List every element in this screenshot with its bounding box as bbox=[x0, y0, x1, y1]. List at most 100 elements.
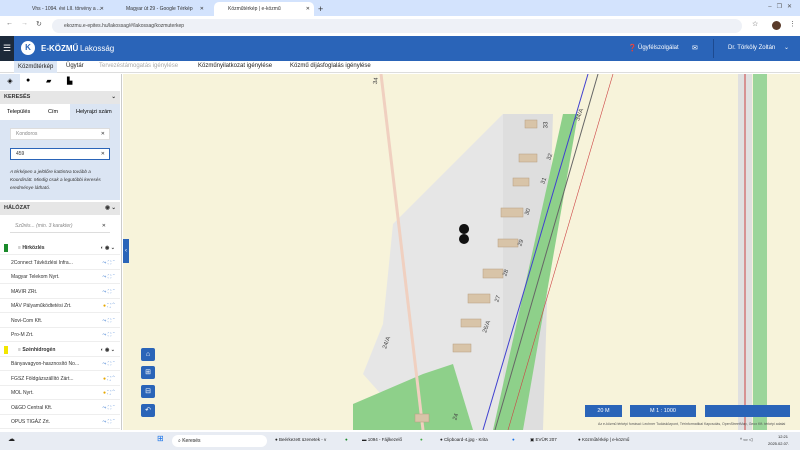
back-icon[interactable]: ← bbox=[6, 20, 13, 27]
nav-kozmuterkep[interactable]: Közműtérkép bbox=[14, 61, 58, 73]
route-icon[interactable]: ⤳ ⛶ ⌃ bbox=[102, 415, 115, 429]
taskbar-app-krita[interactable]: ● Clipboard-4.jpg - Krita bbox=[440, 437, 488, 442]
network-section-header[interactable]: HÁLÓZAT ◉ ⌄ bbox=[0, 202, 120, 215]
home-button[interactable]: ⌂ bbox=[141, 348, 155, 361]
weather-icon[interactable]: ☁ bbox=[8, 435, 15, 443]
layers-icon[interactable]: ◈ bbox=[0, 74, 20, 90]
taskbar-app-icon[interactable]: ● bbox=[345, 437, 348, 442]
close-icon[interactable]: ✕ bbox=[200, 2, 204, 16]
browser-tab[interactable]: Magyar út 29 - Google Térkép ✕ bbox=[112, 2, 208, 16]
edge-icon[interactable]: ● bbox=[512, 437, 515, 442]
network-provider-row[interactable]: Pro-M Zrt. ⤳ ⛶ ⌃ bbox=[0, 328, 120, 342]
clear-icon[interactable]: ✕ bbox=[101, 129, 105, 140]
support-link[interactable]: Ügyfélszolgálat bbox=[638, 45, 679, 51]
network-provider-row[interactable]: MÁV Pályaműködtetési Zrt. ● ⛶ ⌃ bbox=[0, 299, 120, 313]
network-provider-row[interactable]: MAVIR ZRt. ⤳ ⛶ ⌃ bbox=[0, 285, 120, 299]
windows-start-icon[interactable]: ⊞ bbox=[157, 434, 164, 443]
network-filter-input[interactable]: Szűrés... (min. 3 karakter) ✕ bbox=[10, 221, 110, 233]
settlement-input[interactable]: Kondoros ✕ bbox=[10, 128, 110, 140]
network-provider-row[interactable]: MOL Nyrt. ● ⛶ ⌃ bbox=[0, 386, 120, 400]
tab-cim[interactable]: Cím bbox=[48, 109, 58, 115]
tab-helyrajzi-szam[interactable]: Helyrajzi szám bbox=[76, 109, 112, 115]
network-provider-row[interactable]: OPUS TIGÁZ Zrt. ⤳ ⛶ ⌃ bbox=[0, 415, 120, 429]
close-icon[interactable]: ✕ bbox=[306, 2, 310, 16]
clear-icon[interactable]: ✕ bbox=[101, 149, 105, 160]
route-icon[interactable]: ⤳ ⛶ ⌃ bbox=[102, 357, 115, 371]
warning-icon[interactable]: ● ⛶ ⌃ bbox=[103, 386, 115, 400]
star-icon[interactable]: ☆ bbox=[752, 20, 758, 28]
route-icon[interactable]: ⤳ ⛶ ⌃ bbox=[102, 401, 115, 415]
scale-ratio[interactable]: M 1 : 1000 bbox=[630, 405, 696, 417]
network-provider-row[interactable]: Bányavagyon-hasznosító No... ⤳ ⛶ ⌃ bbox=[0, 357, 120, 371]
visibility-icons[interactable]: ◐ ◉ ⌄ bbox=[101, 241, 115, 255]
scrollbar[interactable] bbox=[121, 74, 122, 244]
provider-name: MÁV Pályaműködtetési Zrt. bbox=[11, 303, 72, 309]
provider-name: Magyar Telekom Nyrt. bbox=[11, 274, 60, 280]
provider-name: 2Connect Távközlési Infra... bbox=[11, 259, 73, 266]
zoom-in-button[interactable]: ⊞ bbox=[141, 366, 155, 379]
date[interactable]: 2025.02.07. bbox=[768, 441, 789, 446]
undo-button[interactable]: ↶ bbox=[141, 404, 155, 417]
taskbar-app-icon[interactable]: ● bbox=[420, 437, 423, 442]
hamburger-icon[interactable]: ☰ bbox=[0, 36, 14, 61]
taskbar-app-chrome[interactable]: ● Közműtérkép | e-közmű bbox=[578, 437, 629, 442]
collapse-sidebar-button[interactable]: ‹ bbox=[123, 239, 129, 263]
url-input[interactable]: ekozmu.e-epites.hu/lakossag/#/lakossag/k… bbox=[52, 19, 742, 33]
window-controls[interactable]: – ❐ ✕ bbox=[768, 3, 792, 10]
map-attribution: Az e-közmű térképi forrásai: Lechner Tud… bbox=[598, 422, 786, 426]
map-canvas[interactable]: 34 34/A 33 32 31 30 29 28 27 26/A 24/A 24 ‹ bbox=[123, 74, 800, 430]
route-icon[interactable]: ⤳ ⛶ ⌃ bbox=[102, 256, 115, 270]
tray-icons[interactable]: ^ ▭ ◁ bbox=[740, 437, 752, 443]
menu-icon[interactable]: ⋮ bbox=[789, 20, 796, 28]
new-tab-button[interactable]: + bbox=[314, 2, 323, 16]
network-provider-row[interactable]: Magyar Telekom Nyrt. ⤳ ⛶ ⌃ bbox=[0, 270, 120, 284]
taskbar-app-explorer[interactable]: ▬ 1094 - Fájlkezelő bbox=[362, 437, 402, 442]
browser-tab[interactable]: Vhs - 1094. évi LII. törvény a ... ✕ bbox=[18, 2, 108, 16]
mail-icon[interactable]: ✉ bbox=[692, 44, 698, 52]
forward-icon[interactable]: → bbox=[21, 20, 28, 27]
nav-tervezestamogatas[interactable]: Tervezéstámogatás igénylése bbox=[99, 63, 178, 69]
search-section-header[interactable]: KERESÉS ⌄ bbox=[0, 91, 120, 104]
provider-name: Novi-Com Kft. bbox=[11, 317, 43, 324]
network-group-header[interactable]: ≡ Hírközlés ◐ ◉ ⌄ bbox=[0, 241, 120, 255]
network-provider-row[interactable]: FGSZ Földgázszállító Zárt... ● ⛶ ⌃ bbox=[0, 372, 120, 386]
eye-chevron-icon[interactable]: ◉ ⌄ bbox=[105, 202, 116, 215]
network-provider-row[interactable]: O&GD Central Kft. ⤳ ⛶ ⌃ bbox=[0, 401, 120, 415]
clear-icon[interactable]: ✕ bbox=[102, 221, 106, 232]
reload-icon[interactable]: ↻ bbox=[36, 20, 42, 28]
network-group-header[interactable]: ≡ Szénhidrogén ◐ ◉ ⌄ bbox=[0, 343, 120, 357]
measure-icon[interactable]: ▙ bbox=[67, 77, 72, 85]
taskbar-app-mail[interactable]: ● Beérkezett üzenetek - v bbox=[275, 437, 326, 442]
tab-telepules[interactable]: Település bbox=[7, 109, 30, 115]
route-icon[interactable]: ⤳ ⛶ ⌃ bbox=[102, 328, 115, 342]
print-icon[interactable]: ▰ bbox=[46, 77, 51, 85]
tab-title: Magyar út 29 - Google Térkép bbox=[126, 6, 193, 12]
warning-icon[interactable]: ● ⛶ ⌃ bbox=[103, 299, 115, 313]
close-icon[interactable]: ✕ bbox=[100, 2, 104, 16]
route-icon[interactable]: ⤳ ⛶ ⌃ bbox=[102, 314, 115, 328]
network-provider-row[interactable]: Novi-Com Kft. ⤳ ⛶ ⌃ bbox=[0, 314, 120, 328]
route-icon[interactable]: ⤳ ⛶ ⌃ bbox=[102, 270, 115, 284]
nav-kozmunyilatkozat[interactable]: Közműnyilatkozat igénylése bbox=[198, 63, 272, 69]
chevron-down-icon[interactable]: ⌄ bbox=[111, 91, 116, 104]
profile-avatar[interactable] bbox=[772, 21, 781, 30]
warning-icon[interactable]: ● ⛶ ⌃ bbox=[103, 372, 115, 386]
network-provider-row[interactable]: 2Connect Távközlési Infra... ⤳ ⛶ ⌃ bbox=[0, 256, 120, 270]
visibility-icons[interactable]: ◐ ◉ ⌄ bbox=[101, 343, 115, 357]
nav-ugytar[interactable]: Ügytár bbox=[66, 63, 84, 69]
nav-dijasfoglalas[interactable]: Közmű díjásfoglalás igénylése bbox=[290, 63, 371, 69]
tab-title: Vhs - 1094. évi LII. törvény a ... bbox=[32, 6, 102, 12]
search-help-text: A térképen a jelölőre kattintva tovább a… bbox=[10, 169, 101, 190]
parcel-input[interactable]: 459 ✕ bbox=[10, 148, 110, 160]
route-icon[interactable]: ⤳ ⛶ ⌃ bbox=[102, 285, 115, 299]
zoom-out-button[interactable]: ⊟ bbox=[141, 385, 155, 398]
browser-tab-active[interactable]: Közműtérkép | e-közmű ✕ bbox=[214, 2, 314, 16]
user-menu[interactable]: Dr. Törköly Zoltán bbox=[728, 45, 775, 51]
taskbar-app-evur[interactable]: ▣ EVÜR 207 bbox=[530, 437, 557, 443]
clock[interactable]: 12:21 bbox=[778, 434, 788, 439]
info-icon[interactable]: ● bbox=[26, 77, 30, 84]
app-label: Beérkezett üzenetek - v bbox=[278, 437, 327, 442]
group-color-swatch bbox=[4, 244, 8, 252]
chevron-down-icon[interactable]: ⌄ bbox=[784, 44, 789, 51]
taskbar-search[interactable]: ⌕ Keresés bbox=[172, 435, 267, 447]
